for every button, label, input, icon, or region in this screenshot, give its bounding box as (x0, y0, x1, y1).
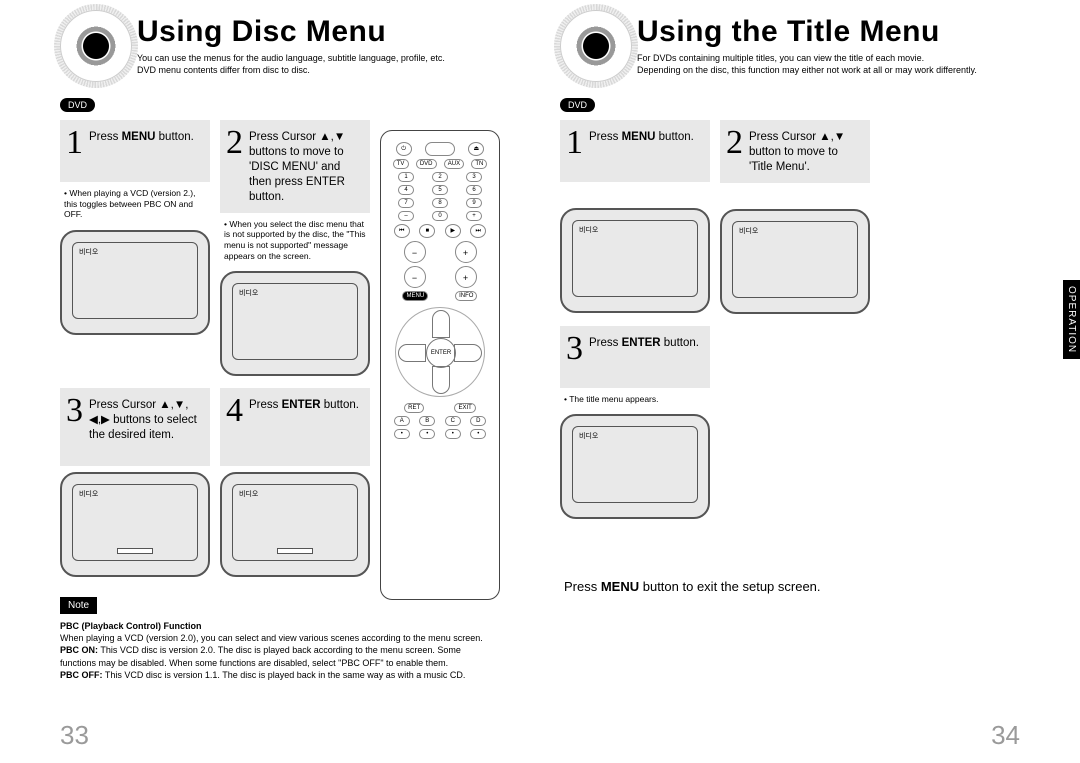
prev-icon: ⏮ (394, 224, 410, 238)
dvd-badge: DVD (560, 98, 595, 112)
step-note: The title menu appears. (560, 388, 710, 409)
remote-control-diagram: ⏻⏏ TVDVDAUXTN 123 456 789 –0+ ⏮■▶⏭ −+ −+… (380, 130, 500, 600)
step-2: 2 Press Cursor ▲,▼ buttons to move to 'D… (220, 120, 370, 376)
play-icon: ▶ (445, 224, 461, 238)
next-icon: ⏭ (470, 224, 486, 238)
page-title: Using the Title Menu (637, 15, 977, 49)
menu-button-icon: MENU (402, 291, 428, 301)
tv-screen-icon: 비디오 (60, 230, 210, 335)
step-number: 1 (566, 126, 583, 160)
step-text: Press MENU button. (589, 126, 694, 145)
page-number: 33 (60, 720, 89, 751)
step-number: 2 (226, 126, 243, 160)
dpad-icon: ENTER (395, 307, 485, 397)
step-4: 4 Press ENTER button. 비디오 (220, 388, 370, 577)
step-3: 3 Press ENTER button. The title menu app… (560, 326, 710, 520)
page-subtitle: For DVDs containing multiple titles, you… (637, 53, 977, 76)
step-number: 4 (226, 394, 243, 428)
page-left: Using Disc Menu You can use the menus fo… (0, 0, 540, 763)
step-text: Press Cursor ▲,▼, ◀,▶ buttons to select … (89, 394, 202, 443)
tv-screen-icon: 비디오 (60, 472, 210, 577)
tv-screen-icon: 비디오 (220, 271, 370, 376)
step-text: Press Cursor ▲,▼ button to move to 'Titl… (749, 126, 862, 175)
tv-screen-icon: 비디오 (720, 209, 870, 314)
speaker-logo-icon (60, 10, 132, 82)
step-note: When you select the disc menu that is no… (220, 213, 370, 266)
step-number: 3 (66, 394, 83, 428)
enter-button-icon: ENTER (426, 338, 456, 368)
eject-icon: ⏏ (468, 142, 484, 156)
step-number: 3 (566, 332, 583, 366)
step-text: Press ENTER button. (589, 332, 699, 351)
step-1: 1 Press MENU button. 비디오 (560, 120, 710, 314)
section-tab: OPERATION (1063, 280, 1080, 359)
step-number: 1 (66, 126, 83, 160)
step-text: Press ENTER button. (249, 394, 359, 413)
step-1: 1 Press MENU button. When playing a VCD … (60, 120, 210, 376)
tv-screen-icon: 비디오 (560, 208, 710, 313)
note-badge: Note (60, 597, 97, 614)
header: Using the Title Menu For DVDs containing… (560, 0, 1020, 82)
stop-icon: ■ (419, 224, 435, 238)
step-2: 2 Press Cursor ▲,▼ button to move to 'Ti… (720, 120, 870, 314)
page-subtitle: You can use the menus for the audio lang… (137, 53, 445, 76)
steps-grid: 1 Press MENU button. 비디오 2 Press Cursor … (560, 120, 1020, 519)
dvd-badge: DVD (60, 98, 95, 112)
step-3: 3 Press Cursor ▲,▼, ◀,▶ buttons to selec… (60, 388, 210, 577)
exit-message: Press MENU button to exit the setup scre… (564, 579, 1020, 594)
page-title: Using Disc Menu (137, 15, 445, 49)
step-text: Press Cursor ▲,▼ buttons to move to 'DIS… (249, 126, 362, 205)
header: Using Disc Menu You can use the menus fo… (60, 0, 520, 82)
tv-screen-icon: 비디오 (560, 414, 710, 519)
power-icon: ⏻ (396, 142, 412, 156)
step-note: When playing a VCD (version 2.), this to… (60, 182, 210, 224)
tv-screen-icon: 비디오 (220, 472, 370, 577)
step-text: Press MENU button. (89, 126, 194, 145)
page-number: 34 (991, 720, 1020, 751)
page-right: Using the Title Menu For DVDs containing… (540, 0, 1080, 763)
speaker-logo-icon (560, 10, 632, 82)
note-body: PBC (Playback Control) Function When pla… (60, 620, 490, 681)
step-number: 2 (726, 126, 743, 160)
